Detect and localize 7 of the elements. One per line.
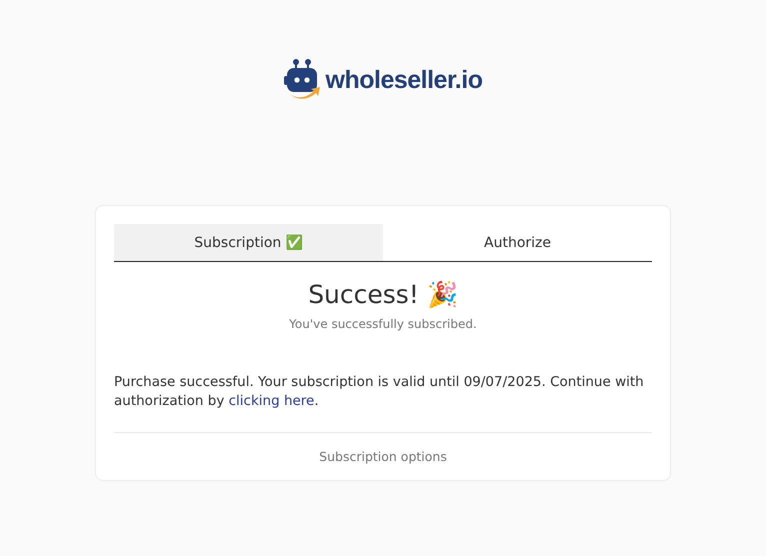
- subheading: You've successfully subscribed.: [288, 317, 478, 331]
- success-heading: Success! 🎉: [307, 280, 459, 309]
- tab[interactable]: Subscription ✅: [114, 224, 383, 261]
- clicking-here-link[interactable]: clicking here: [228, 393, 314, 409]
- brand-name: wholeseller.io: [326, 66, 482, 94]
- subscription-options-link[interactable]: Subscription options: [319, 449, 447, 464]
- message-paragraph: Purchase successful. Your subscription is valid until 09/07/2025. Continue with authorization by clicking here.: [114, 373, 645, 411]
